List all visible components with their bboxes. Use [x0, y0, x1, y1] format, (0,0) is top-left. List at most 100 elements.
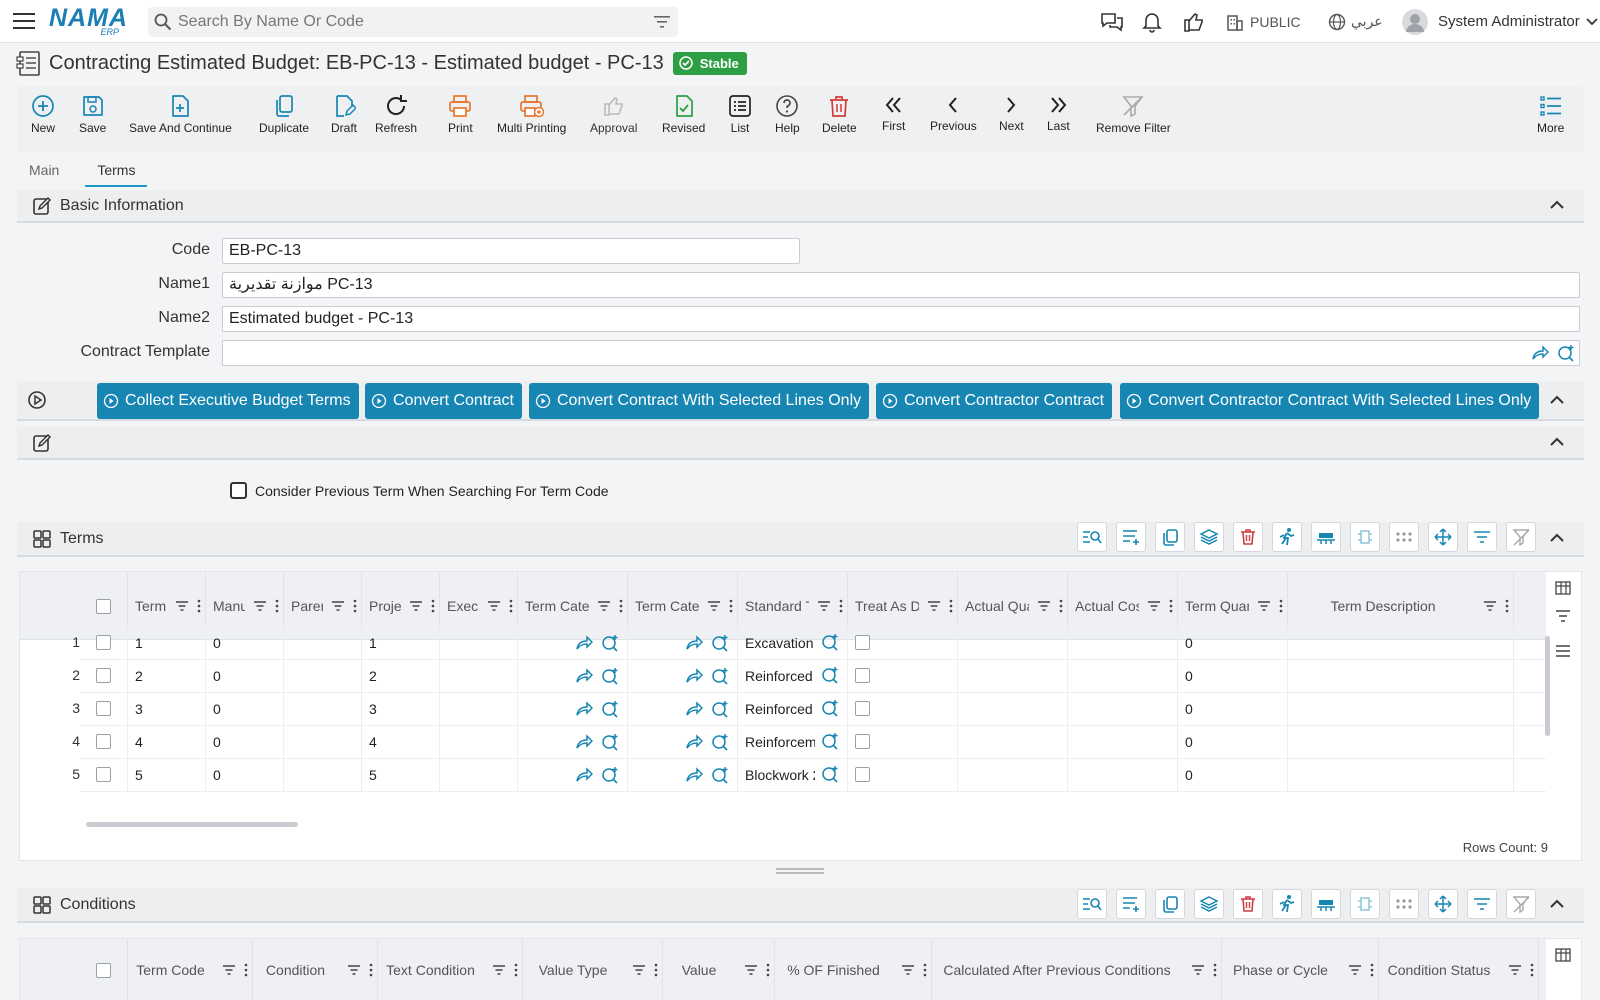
- search-lines-icon[interactable]: [1077, 889, 1107, 919]
- search-add-icon[interactable]: [1557, 344, 1575, 362]
- table-cell[interactable]: 0: [206, 659, 284, 692]
- search-add-icon[interactable]: [601, 700, 619, 718]
- column-menu-icon[interactable]: [1213, 963, 1217, 977]
- table-cell[interactable]: Excavation: [738, 626, 848, 659]
- column-filter-icon[interactable]: [632, 964, 646, 976]
- column-header[interactable]: % OF Finished: [775, 939, 932, 1000]
- table-cell[interactable]: [1068, 626, 1178, 659]
- table-cell[interactable]: [440, 626, 518, 659]
- column-filter-icon[interactable]: [744, 964, 758, 976]
- table-cell[interactable]: [628, 692, 738, 725]
- column-menu-icon[interactable]: [1530, 963, 1534, 977]
- copy-icon[interactable]: [1155, 889, 1185, 919]
- chat-icon[interactable]: [1100, 0, 1124, 43]
- print-button[interactable]: Print: [448, 94, 473, 135]
- layers-icon[interactable]: [1194, 522, 1224, 552]
- open-link-icon[interactable]: [575, 700, 593, 717]
- table-cell[interactable]: 4: [128, 725, 206, 758]
- new-button[interactable]: New: [31, 94, 55, 135]
- table-cell[interactable]: [518, 626, 628, 659]
- column-menu-icon[interactable]: [923, 963, 927, 977]
- table-cell[interactable]: 0: [206, 692, 284, 725]
- column-settings-icon[interactable]: [1555, 947, 1571, 963]
- hamburger-menu-icon[interactable]: [13, 12, 35, 30]
- refresh-button[interactable]: Refresh: [375, 94, 417, 135]
- table-cell[interactable]: [628, 626, 738, 659]
- company-selector[interactable]: PUBLIC: [1226, 0, 1301, 43]
- add-lines-icon[interactable]: [1116, 522, 1146, 552]
- column-filter-icon[interactable]: [927, 600, 941, 612]
- table-cell[interactable]: 4: [362, 725, 440, 758]
- filter-icon[interactable]: [1467, 889, 1497, 919]
- column-menu-icon[interactable]: [1370, 963, 1374, 977]
- open-link-icon[interactable]: [575, 733, 593, 750]
- table-cell[interactable]: Reinforcement: [738, 725, 848, 758]
- column-filter-icon[interactable]: [175, 600, 189, 612]
- table-cell[interactable]: [958, 626, 1068, 659]
- table-cell[interactable]: [1288, 758, 1514, 791]
- search-add-icon[interactable]: [821, 666, 839, 684]
- table-cell[interactable]: [958, 758, 1068, 791]
- column-filter-icon[interactable]: [1483, 600, 1497, 612]
- search-add-icon[interactable]: [601, 733, 619, 751]
- column-menu-icon[interactable]: [197, 599, 201, 613]
- column-filter-icon[interactable]: [331, 600, 345, 612]
- column-filter-icon[interactable]: [1257, 600, 1271, 612]
- column-filter-icon[interactable]: [901, 964, 915, 976]
- table-cell[interactable]: 0: [206, 758, 284, 791]
- collect-executive-budget-terms-button[interactable]: Collect Executive Budget Terms: [97, 383, 359, 419]
- table-merge-icon[interactable]: [1311, 522, 1341, 552]
- last-button[interactable]: Last: [1047, 94, 1070, 133]
- row-checkbox[interactable]: [96, 734, 111, 749]
- search-add-icon[interactable]: [711, 634, 729, 652]
- column-header[interactable]: Text Condition: [378, 939, 523, 1000]
- table-cell[interactable]: [848, 725, 958, 758]
- list-button[interactable]: List: [728, 94, 752, 135]
- column-header[interactable]: Condition: [253, 939, 378, 1000]
- thumbs-up-icon[interactable]: [1183, 0, 1205, 43]
- language-switcher[interactable]: عربي: [1328, 0, 1383, 43]
- open-link-icon[interactable]: [685, 634, 703, 651]
- table-cell[interactable]: [284, 659, 362, 692]
- table-cell[interactable]: [958, 725, 1068, 758]
- column-header[interactable]: Term Code: [128, 939, 253, 1000]
- trash-icon[interactable]: [1233, 522, 1263, 552]
- table-merge-icon[interactable]: [1311, 889, 1341, 919]
- table-cell[interactable]: 2: [128, 659, 206, 692]
- table-cell[interactable]: [1288, 725, 1514, 758]
- consider-previous-term-option[interactable]: Consider Previous Term When Searching Fo…: [230, 482, 609, 499]
- save-button[interactable]: Save: [79, 94, 106, 135]
- filter-icon[interactable]: [1467, 522, 1497, 552]
- column-menu-icon[interactable]: [369, 963, 373, 977]
- column-filter-icon[interactable]: [1348, 964, 1362, 976]
- column-menu-icon[interactable]: [654, 963, 658, 977]
- column-menu-icon[interactable]: [949, 599, 953, 613]
- column-menu-icon[interactable]: [1059, 599, 1063, 613]
- search-input[interactable]: [148, 8, 618, 36]
- revised-button[interactable]: Revised: [662, 94, 705, 135]
- table-cell[interactable]: 0: [1178, 725, 1288, 758]
- select-all-checkbox[interactable]: [96, 598, 111, 614]
- table-cell[interactable]: 0: [1178, 758, 1288, 791]
- column-filter-icon[interactable]: [1037, 600, 1051, 612]
- search-add-icon[interactable]: [601, 667, 619, 685]
- table-cell[interactable]: 0: [1178, 692, 1288, 725]
- chevron-up-icon[interactable]: [1550, 437, 1564, 446]
- save-and-continue-button[interactable]: Save And Continue: [129, 94, 232, 135]
- next-button[interactable]: Next: [999, 94, 1024, 133]
- search-add-icon[interactable]: [711, 733, 729, 751]
- table-cell[interactable]: [1068, 692, 1178, 725]
- horizontal-scrollbar[interactable]: [86, 822, 298, 827]
- open-link-icon[interactable]: [685, 667, 703, 684]
- convert-contract-selected-lines-button[interactable]: Convert Contract With Selected Lines Onl…: [529, 383, 870, 419]
- table-cell[interactable]: Blockwork 20: [738, 758, 848, 791]
- column-filter-icon[interactable]: [1147, 600, 1161, 612]
- search-add-icon[interactable]: [711, 667, 729, 685]
- basic-information-header[interactable]: Basic Information: [17, 190, 1584, 223]
- table-cell[interactable]: [1068, 758, 1178, 791]
- table-cell[interactable]: [440, 659, 518, 692]
- search-add-icon[interactable]: [711, 700, 729, 718]
- table-cell[interactable]: [440, 692, 518, 725]
- copy-icon[interactable]: [1155, 522, 1185, 552]
- table-cell[interactable]: 1: [362, 626, 440, 659]
